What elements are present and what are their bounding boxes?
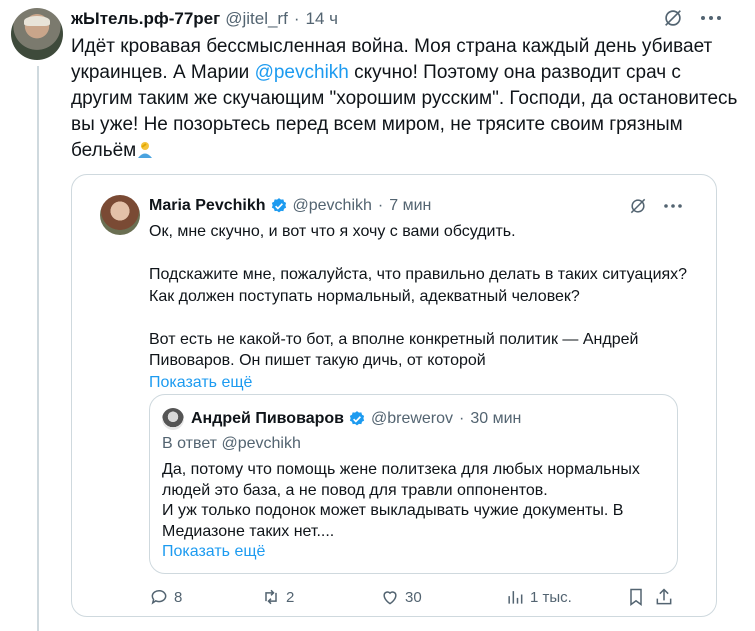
quote-text: Ок, мне скучно, и вот что я хочу с вами … xyxy=(149,221,689,393)
bookmark-icon xyxy=(630,588,642,606)
verified-badge-icon xyxy=(271,198,286,213)
views-icon xyxy=(508,591,523,604)
nested-text: Да, потому что помощь жене политзека для… xyxy=(162,461,640,540)
author-handle[interactable]: @jitel_rf xyxy=(225,9,288,29)
nested-header: Андрей Пивоваров @brewerov · 30 мин xyxy=(191,408,521,430)
quote-paragraph: Вот есть не какой-то бот, а вполне конкр… xyxy=(149,330,639,370)
like-icon xyxy=(383,591,397,605)
grok-icon[interactable] xyxy=(628,196,648,216)
quote-author-name[interactable]: Maria Pevchikh xyxy=(149,197,266,215)
bookmark-button[interactable] xyxy=(626,585,646,609)
verified-badge-icon xyxy=(349,411,365,426)
views-count: 1 тыс. xyxy=(530,588,572,606)
action-bar: 8 2 30 1 тыс. xyxy=(149,585,694,609)
more-icon[interactable] xyxy=(700,13,722,23)
quote-timestamp[interactable]: 7 мин xyxy=(389,197,431,215)
quoted-tweet[interactable]: Maria Pevchikh @pevchikh · 7 мин Ок, мне… xyxy=(71,174,717,617)
separator-dot: · xyxy=(293,9,300,28)
tweet-text: Идёт кровавая бессмысленная война. Моя с… xyxy=(71,34,741,164)
quote-header: Maria Pevchikh @pevchikh · 7 мин xyxy=(149,196,431,216)
share-button[interactable] xyxy=(654,585,674,609)
reply-icon xyxy=(151,589,167,605)
separator-dot: · xyxy=(459,410,465,427)
like-button[interactable]: 30 xyxy=(380,585,422,609)
show-more-link[interactable]: Показать ещё xyxy=(162,542,667,563)
nested-avatar[interactable] xyxy=(162,408,184,430)
like-count: 30 xyxy=(405,588,422,606)
author-name[interactable]: жЫтель.рф-77рег xyxy=(71,9,220,29)
person-facepalm-emoji xyxy=(138,142,153,158)
avatar[interactable] xyxy=(11,8,63,60)
timestamp[interactable]: 14 ч xyxy=(305,9,338,29)
nested-timestamp[interactable]: 30 мин xyxy=(470,410,521,428)
tweet-header: жЫтель.рф-77рег @jitel_rf · 14 ч xyxy=(71,8,338,30)
reply-button[interactable]: 8 xyxy=(149,585,182,609)
views-button[interactable]: 1 тыс. xyxy=(505,585,572,609)
reply-to-label: В ответ @pevchikh xyxy=(162,435,301,452)
separator-dot: · xyxy=(377,197,384,214)
nested-author-name[interactable]: Андрей Пивоваров xyxy=(191,410,344,428)
nested-handle[interactable]: @brewerov xyxy=(371,410,453,428)
share-icon xyxy=(656,588,672,605)
repost-count: 2 xyxy=(286,588,295,606)
mention-link[interactable]: @pevchikh xyxy=(255,62,349,83)
thread-line xyxy=(37,66,39,631)
quote-paragraph: Подскажите мне, пожалуйста, что правильн… xyxy=(149,266,688,305)
nested-quoted-tweet[interactable]: Андрей Пивоваров @brewerov · 30 мин В от… xyxy=(149,394,678,574)
repost-button[interactable]: 2 xyxy=(261,585,294,609)
show-more-link[interactable]: Показать ещё xyxy=(149,372,689,394)
more-icon[interactable] xyxy=(663,202,683,210)
grok-icon[interactable] xyxy=(662,7,684,29)
reply-count: 8 xyxy=(174,588,183,606)
repost-icon xyxy=(265,589,277,605)
quote-handle[interactable]: @pevchikh xyxy=(293,197,372,215)
nested-text-block: Да, потому что помощь жене политзека для… xyxy=(162,460,667,563)
quote-avatar[interactable] xyxy=(100,195,140,235)
quote-paragraph: Ок, мне скучно, и вот что я хочу с вами … xyxy=(149,223,516,240)
